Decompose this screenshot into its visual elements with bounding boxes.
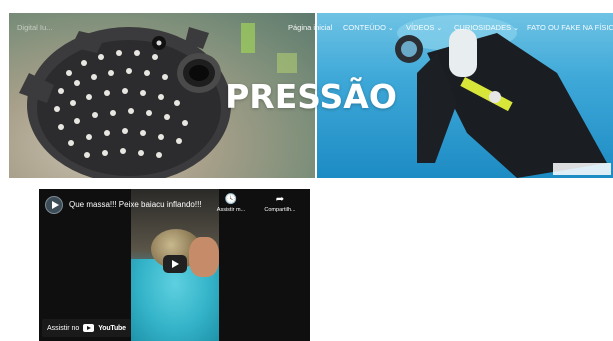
nav-item-curiosidades-label: CURIOSIDADES bbox=[454, 23, 512, 32]
nav-item-home[interactable]: Página inicial bbox=[288, 23, 332, 32]
chevron-down-icon: ⌄ bbox=[436, 25, 443, 32]
youtube-logo-icon bbox=[83, 324, 95, 332]
nav-item-fato-ou-fake-label: FATO OU FAKE NA FÍSICA bbox=[527, 23, 613, 32]
nav-item-videos-label: VÍDEOS bbox=[406, 23, 435, 32]
share-label: Compartilh... bbox=[264, 207, 296, 213]
nav-item-conteudo[interactable]: CONTEÚDO ⌄ bbox=[343, 23, 394, 32]
watch-on-label: Assistir no bbox=[47, 324, 80, 332]
nav-item-home-label: Página inicial bbox=[288, 23, 333, 32]
watch-later-label: Assistir m... bbox=[216, 207, 246, 213]
nav-item-curiosidades[interactable]: CURIOSIDADES ⌄ bbox=[454, 23, 519, 32]
top-navigation: Digital Iu... Página inicial CONTEÚDO ⌄ V… bbox=[9, 13, 613, 43]
page-title: PRESSÃO bbox=[225, 77, 397, 116]
chevron-down-icon: ⌄ bbox=[513, 25, 519, 32]
nav-item-conteudo-label: CONTEÚDO bbox=[343, 23, 386, 32]
thumbnail-hand bbox=[189, 237, 219, 277]
nav-item-fato-ou-fake[interactable]: FATO OU FAKE NA FÍSICA⌄ bbox=[527, 23, 613, 32]
nav-item-videos[interactable]: VÍDEOS ⌄ bbox=[406, 23, 442, 32]
clock-icon: 🕓 bbox=[224, 194, 238, 205]
watch-on-youtube-button[interactable]: Assistir no YouTube bbox=[42, 319, 131, 337]
youtube-wordmark: YouTube bbox=[98, 324, 126, 332]
play-button[interactable] bbox=[163, 255, 187, 273]
watch-later-button[interactable]: 🕓 Assistir m... bbox=[210, 193, 252, 213]
video-title[interactable]: Que massa!!! Peixe baiacu inflando!!! bbox=[69, 200, 202, 209]
channel-avatar-icon[interactable] bbox=[45, 196, 63, 214]
hero-banner: Digital Iu... Página inicial CONTEÚDO ⌄ V… bbox=[9, 13, 613, 178]
site-logo[interactable]: Digital Iu... bbox=[17, 23, 52, 32]
youtube-embed[interactable]: Que massa!!! Peixe baiacu inflando!!! 🕓 … bbox=[39, 189, 310, 341]
share-button[interactable]: ➦ Compartilh... bbox=[259, 193, 301, 213]
chevron-down-icon: ⌄ bbox=[387, 25, 394, 32]
share-icon: ➦ bbox=[275, 194, 285, 205]
